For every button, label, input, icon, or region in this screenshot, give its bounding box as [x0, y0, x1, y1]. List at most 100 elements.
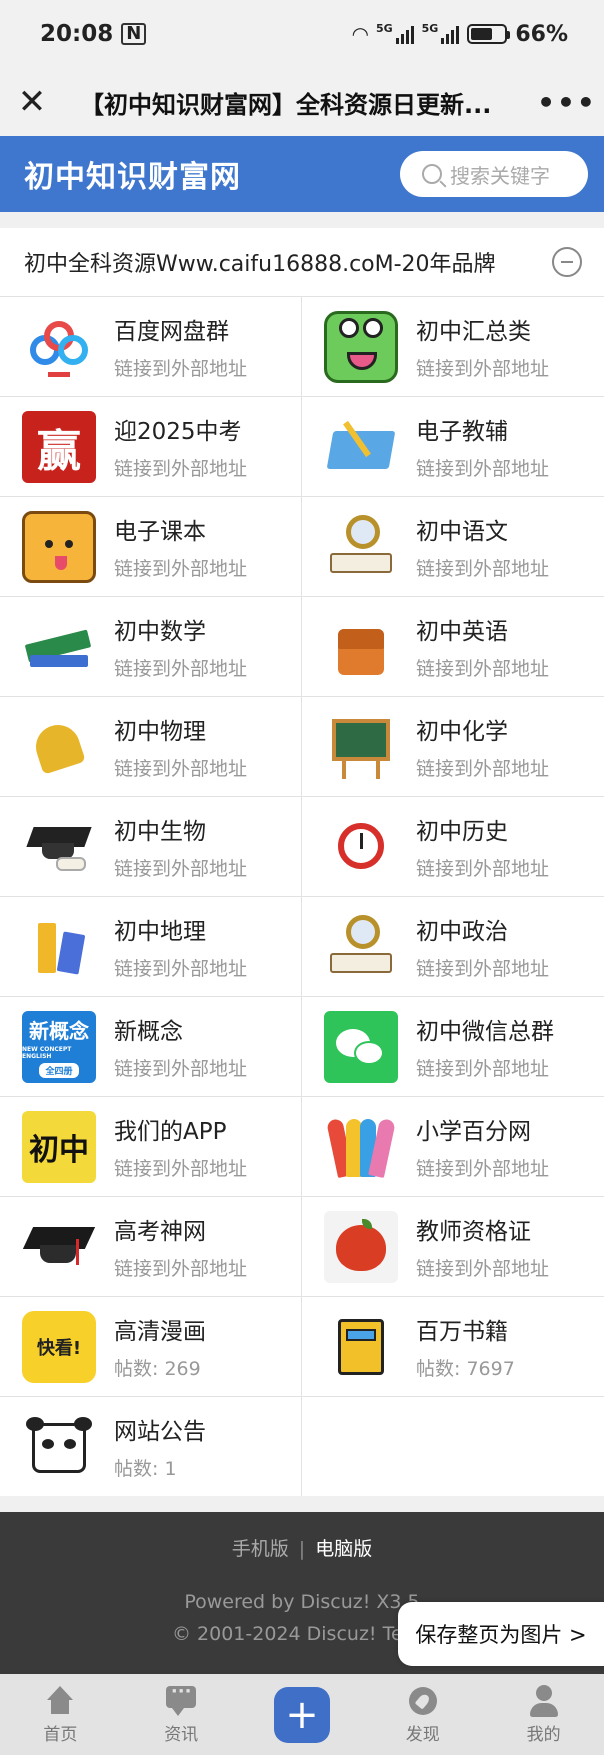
forum-desc: 链接到外部地址	[114, 458, 248, 480]
forum-item[interactable]: 网站公告帖数: 1	[0, 1396, 302, 1496]
forum-name: 电子课本	[114, 519, 206, 545]
battery-level	[471, 28, 493, 40]
forum-item[interactable]: 快看! 高清漫画帖数: 269	[0, 1296, 302, 1396]
signal-icon-2: 5G	[421, 22, 460, 44]
nav-label: 首页	[43, 1725, 78, 1745]
desktop-version-link[interactable]: 电脑版	[315, 1538, 372, 1560]
footer-separator: |	[298, 1538, 306, 1560]
site-logo[interactable]: 初中知识财富网	[24, 152, 241, 196]
nav-discover[interactable]: 发现	[362, 1684, 483, 1745]
home-icon	[43, 1684, 77, 1718]
forum-item[interactable]: 小学百分网链接到外部地址	[302, 1096, 604, 1196]
forum-item[interactable]: 初中生物 链接到外部地址	[0, 796, 302, 896]
forum-name: 网站公告	[114, 1419, 206, 1445]
status-right: ◠ 5G 5G 66%	[353, 22, 568, 47]
apple-icon	[324, 1210, 398, 1283]
kuaikan-icon: 快看!	[22, 1310, 96, 1383]
forum-name: 初中化学	[416, 719, 508, 745]
notice-bar: 初中全科资源Www.caifu16888.coM-20年品牌	[0, 228, 604, 296]
bell-icon	[22, 710, 96, 783]
forum-desc: 链接到外部地址	[416, 1158, 550, 1180]
user-icon	[527, 1684, 561, 1718]
nav-news[interactable]: 资讯	[121, 1684, 242, 1745]
nav-post[interactable]: +	[242, 1686, 363, 1743]
status-bar: 20:08 N ◠ 5G 5G 66%	[0, 0, 604, 68]
forum-item[interactable]: 电子教辅链接到外部地址	[302, 396, 604, 496]
divider	[0, 1496, 604, 1512]
collapse-icon[interactable]	[552, 247, 582, 277]
forum-item[interactable]: 百度网盘群 链接到外部地址	[0, 296, 302, 396]
forum-post-count: 帖数: 7697	[416, 1358, 515, 1380]
footer-links: 手机版 | 电脑版	[0, 1534, 604, 1561]
webview-title-bar: ✕ 【初中知识财富网】全科资源日更新... •••	[0, 68, 604, 136]
forum-item[interactable]: 初中汇总类 链接到外部地址	[302, 296, 604, 396]
forum-name: 高清漫画	[114, 1319, 206, 1345]
forum-item[interactable]: 初中数学 链接到外部地址	[0, 596, 302, 696]
chuzhong-app-icon: 初中	[22, 1110, 96, 1183]
forum-name: 百度网盘群	[114, 319, 229, 345]
forum-desc: 链接到外部地址	[114, 658, 248, 680]
empty-cell	[302, 1396, 604, 1496]
forum-name: 初中语文	[416, 519, 508, 545]
forum-grid: 百度网盘群 链接到外部地址 初中汇总类 链接到外部地址 赢 迎2025中考 链接到外部…	[0, 296, 604, 1496]
forum-name: 初中物理	[114, 719, 206, 745]
notice-text: 初中全科资源Www.caifu16888.coM-20年品牌	[24, 252, 496, 277]
forum-item[interactable]: 初中物理链接到外部地址	[0, 696, 302, 796]
forum-item[interactable]: 初中英语 链接到外部地址	[302, 596, 604, 696]
forum-item[interactable]: 电子课本 链接到外部地址	[0, 496, 302, 596]
close-icon[interactable]: ✕	[0, 85, 64, 119]
save-page-as-image-button[interactable]: 保存整页为图片 >	[398, 1602, 604, 1666]
forum-item[interactable]: 新概念 NEW CONCEPT ENGLISH 全四册 新概念 链接到外部地址	[0, 996, 302, 1096]
battery-percent: 66%	[515, 21, 568, 47]
notebook-icon	[324, 1310, 398, 1383]
more-icon[interactable]: •••	[530, 86, 604, 119]
magnifier-book-icon	[324, 510, 398, 583]
frog-icon	[324, 310, 398, 383]
chat-icon	[164, 1684, 198, 1718]
forum-desc: 链接到外部地址	[416, 358, 550, 380]
forum-desc: 链接到外部地址	[114, 758, 248, 780]
forum-item[interactable]: 教师资格证 链接到外部地址	[302, 1196, 604, 1296]
forum-desc: 链接到外部地址	[416, 1258, 550, 1280]
battery-icon	[467, 24, 511, 44]
nav-label: 资讯	[164, 1725, 199, 1745]
mobile-version-link[interactable]: 手机版	[232, 1538, 289, 1560]
page-title: 【初中知识财富网】全科资源日更新...	[80, 90, 492, 119]
forum-item[interactable]: 赢 迎2025中考 链接到外部地址	[0, 396, 302, 496]
magnifier-book-icon	[324, 910, 398, 983]
forum-item[interactable]: 初中化学 链接到外部地址	[302, 696, 604, 796]
forum-post-count: 帖数: 269	[114, 1358, 201, 1380]
forum-name: 初中微信总群	[416, 1019, 554, 1045]
forum-item[interactable]: 初中微信总群链接到外部地址	[302, 996, 604, 1096]
bottom-nav: 首页 资讯 + 发现 我的	[0, 1674, 604, 1755]
forum-desc: 链接到外部地址	[114, 1258, 248, 1280]
forum-post-count: 帖数: 1	[114, 1458, 177, 1480]
forum-item[interactable]: 初中历史 链接到外部地址	[302, 796, 604, 896]
forum-desc: 链接到外部地址	[114, 858, 248, 880]
forum-name: 新概念	[114, 1019, 183, 1045]
plus-icon: +	[273, 1686, 330, 1743]
nav-home[interactable]: 首页	[0, 1684, 121, 1745]
forum-desc: 链接到外部地址	[416, 1058, 550, 1080]
forum-item[interactable]: 高考神网 链接到外部地址	[0, 1196, 302, 1296]
new-concept-icon-tag: 全四册	[39, 1063, 79, 1078]
forum-item[interactable]: 初中语文链接到外部地址	[302, 496, 604, 596]
nav-label: 发现	[405, 1725, 440, 1745]
forum-desc: 链接到外部地址	[416, 558, 550, 580]
forum-item[interactable]: 初中政治 链接到外部地址	[302, 896, 604, 996]
forum-item[interactable]: 初中 我们的APP 链接到外部地址	[0, 1096, 302, 1196]
network-type-2: 5G	[421, 22, 439, 35]
crayons-icon	[324, 1110, 398, 1183]
forum-desc: 链接到外部地址	[416, 458, 550, 480]
forum-item[interactable]: 百万书籍 帖数: 7697	[302, 1296, 604, 1396]
alarm-clock-icon	[324, 810, 398, 883]
search-input[interactable]: 搜索关键字	[400, 151, 588, 197]
nav-me[interactable]: 我的	[483, 1684, 604, 1745]
nav-label: 我的	[526, 1725, 561, 1745]
forum-name: 小学百分网	[416, 1119, 531, 1145]
ying-icon: 赢	[22, 410, 96, 483]
forum-item[interactable]: 初中地理 链接到外部地址	[0, 896, 302, 996]
forum-name: 电子教辅	[416, 419, 508, 445]
search-icon	[422, 164, 442, 184]
forum-desc: 链接到外部地址	[114, 958, 248, 980]
